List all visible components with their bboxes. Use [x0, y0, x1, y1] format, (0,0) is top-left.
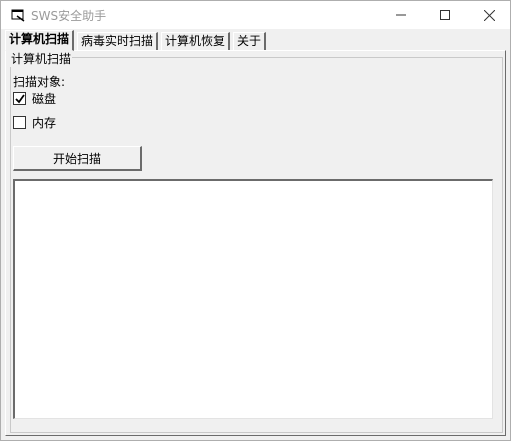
disk-checkbox[interactable]: [13, 92, 26, 105]
memory-label: 内存: [32, 116, 57, 130]
app-window: SWS安全助手 计算机扫描 病毒实时扫描 计算机恢复 关于 计算机扫描 扫描对象…: [0, 0, 511, 441]
tab-computer-scan[interactable]: 计算机扫描: [5, 30, 75, 51]
tab-computer-recovery[interactable]: 计算机恢复: [161, 32, 231, 51]
disk-option[interactable]: 磁盘: [13, 91, 56, 106]
groupbox-title: 计算机扫描: [10, 50, 73, 67]
memory-checkbox[interactable]: [13, 116, 26, 129]
maximize-icon: [440, 10, 450, 20]
app-icon: [11, 9, 25, 22]
title-bar[interactable]: SWS安全助手: [1, 1, 510, 29]
minimize-icon: [396, 14, 406, 16]
tab-label: 关于: [237, 34, 262, 48]
close-icon: [483, 9, 495, 21]
tab-label: 计算机扫描: [9, 32, 70, 46]
tab-label: 病毒实时扫描: [81, 34, 154, 48]
tab-about[interactable]: 关于: [233, 32, 267, 51]
tab-strip: 计算机扫描 病毒实时扫描 计算机恢复 关于: [5, 30, 505, 51]
window-title: SWS安全助手: [31, 9, 107, 23]
minimize-button[interactable]: [378, 1, 424, 29]
start-scan-button[interactable]: 开始扫描: [13, 146, 142, 171]
disk-label: 磁盘: [32, 92, 57, 106]
scan-target-label: 扫描对象:: [13, 75, 66, 89]
scan-results-box[interactable]: [13, 179, 493, 419]
tab-label: 计算机恢复: [165, 34, 226, 48]
checkmark-icon: [14, 93, 25, 103]
memory-option[interactable]: 内存: [13, 115, 56, 130]
tab-realtime-scan[interactable]: 病毒实时扫描: [77, 32, 159, 51]
close-button[interactable]: [466, 1, 511, 29]
maximize-button[interactable]: [422, 1, 468, 29]
